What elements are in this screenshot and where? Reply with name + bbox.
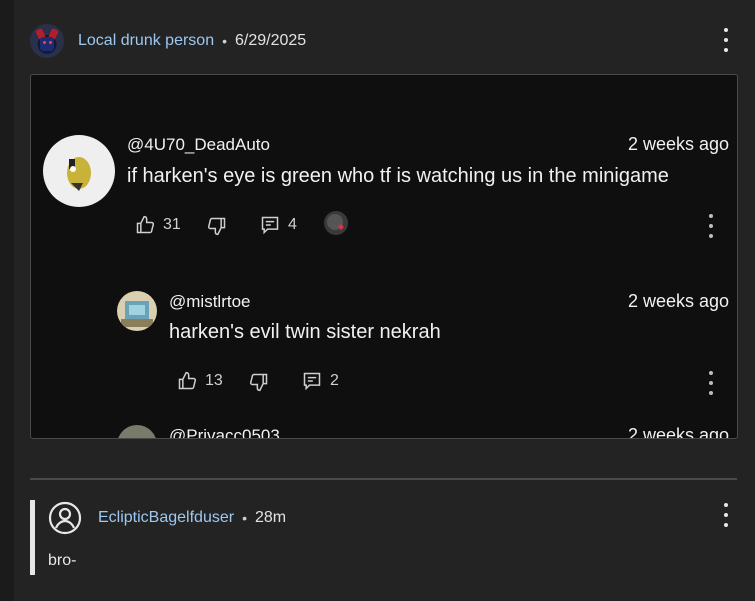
like-button[interactable]: 13 (177, 371, 223, 391)
user-avatar-icon[interactable] (48, 501, 82, 535)
dislike-button[interactable] (207, 216, 227, 236)
post-username-link[interactable]: Local drunk person (78, 32, 214, 50)
thumbs-down-icon (207, 216, 227, 236)
like-count: 31 (163, 216, 181, 233)
reply-timestamp: 28m (254, 509, 287, 526)
meta-separator: • (222, 33, 227, 49)
comment-time: 2 weeks ago (628, 134, 730, 154)
creator-heart-icon (324, 211, 348, 235)
post-header: Local drunk person • 6/29/2025 (30, 23, 306, 59)
like-count: 13 (205, 372, 223, 389)
thumbs-down-icon (249, 372, 269, 392)
reply-author[interactable]: @mistlrtoe (169, 292, 251, 312)
reply-username-link[interactable]: EclipticBagelfduser (98, 509, 234, 527)
comment-avatar[interactable] (117, 425, 157, 438)
dislike-button[interactable] (249, 372, 269, 392)
comment-avatar[interactable] (117, 291, 157, 331)
comment-author[interactable]: @4U70_DeadAuto (127, 135, 270, 155)
post-date: 6/29/2025 (235, 32, 307, 49)
reply-text: harken's evil twin sister nekrah (169, 321, 441, 343)
comment-avatar[interactable] (43, 135, 115, 207)
reply-count: 4 (288, 216, 297, 233)
meta-separator: • (242, 510, 247, 526)
embedded-image[interactable]: @4U70_DeadAuto 2 weeks ago if harken's e… (30, 74, 738, 439)
reply-header: EclipticBagelfduser • 28m (48, 500, 286, 536)
reply-icon (260, 215, 280, 235)
avatar[interactable] (30, 24, 64, 58)
reply-icon (302, 371, 322, 391)
reply-author[interactable]: @Privacc0503 (169, 426, 280, 438)
reply-text: bro- (48, 552, 77, 569)
thumbs-up-icon (135, 215, 155, 235)
like-button[interactable]: 31 (135, 215, 181, 235)
reply-count: 2 (330, 372, 339, 389)
thread-line (30, 500, 35, 575)
post-more-menu-icon[interactable] (722, 28, 730, 52)
reply-more-menu-icon[interactable] (707, 371, 715, 395)
reply-button[interactable]: 2 (302, 371, 339, 391)
reply-time: 2 weeks ago (628, 291, 730, 311)
divider (30, 478, 737, 480)
reply-time: 2 weeks ago (628, 425, 730, 439)
reply-button[interactable]: 4 (260, 215, 297, 235)
thumbs-up-icon (177, 371, 197, 391)
reply-more-menu-icon[interactable] (722, 503, 730, 527)
comment-text: if harken's eye is green who tf is watch… (127, 165, 669, 187)
comment-more-menu-icon[interactable] (707, 214, 715, 238)
